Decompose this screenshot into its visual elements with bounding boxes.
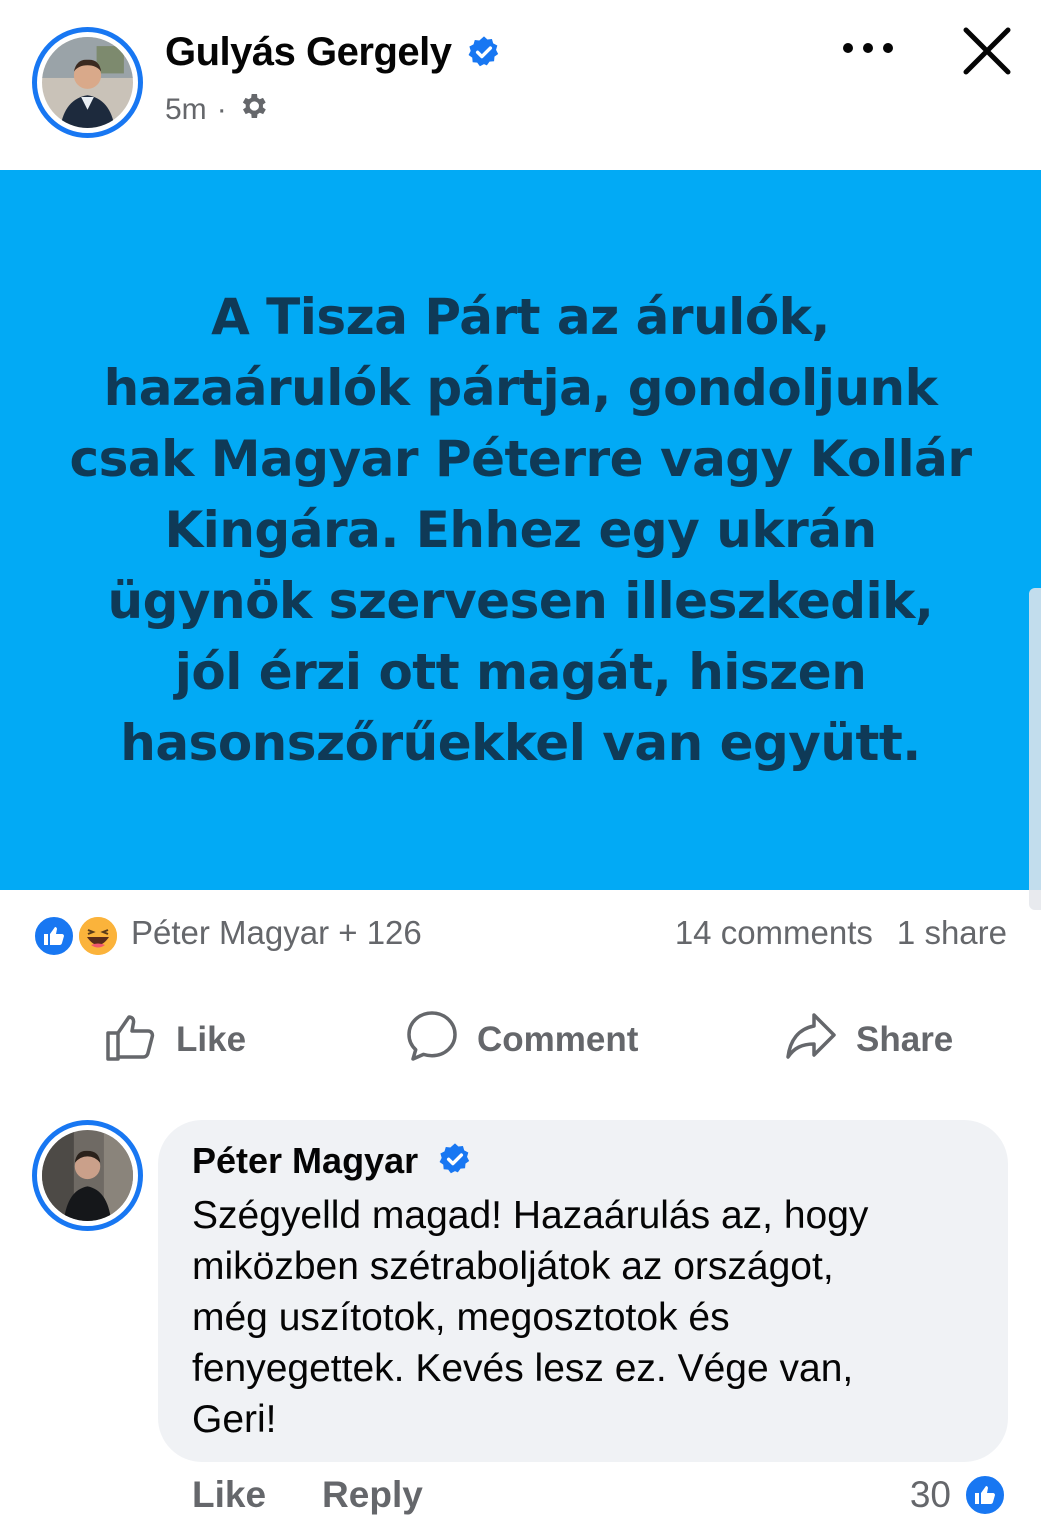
author-avatar[interactable] [32,27,143,138]
commenter-avatar[interactable] [32,1120,143,1231]
post-background-card: A Tisza Párt az árulók, hazaárulók pártj… [0,170,1041,910]
reactions-summary[interactable]: Péter Magyar + 126 14 comments 1 share [0,898,1041,974]
comment-label: Comment [477,1020,639,1059]
share-label: Share [856,1020,954,1059]
author-avatar-photo [42,37,133,128]
like-reaction-icon [32,914,76,958]
post-meta: 5m · [165,90,269,130]
post-text: A Tisza Párt az árulók, hazaárulók pártj… [69,287,972,772]
comment-button[interactable]: Comment [405,1010,638,1070]
post-action-bar: Like Comment Share [0,990,1041,1090]
scrollbar-thumb[interactable] [1029,588,1041,910]
more-options-icon[interactable] [838,26,898,70]
comment-bubble[interactable]: Péter Magyar Szégyelld magad! Hazaárulás… [158,1120,1008,1462]
thumbs-up-icon [104,1009,158,1072]
commenter-name[interactable]: Péter Magyar [192,1140,418,1182]
author-name[interactable]: Gulyás Gergely [165,30,452,75]
close-icon[interactable] [958,22,1016,80]
haha-icon [76,914,120,958]
post-header: Gulyás Gergely 5m · [0,0,1041,170]
verified-badge-icon [438,1142,472,1181]
shares-count[interactable]: 1 share [897,914,1007,952]
commenter-row: Péter Magyar [192,1138,974,1184]
comment-reaction-number: 30 [909,1474,951,1515]
share-arrow-icon [784,1009,838,1072]
comment-text: Szégyelld magad! Hazaárulás az, hogy mik… [192,1194,869,1441]
reaction-icons[interactable] [32,914,124,958]
like-button[interactable]: Like [104,1010,246,1070]
comment-reply-button[interactable]: Reply [322,1474,423,1516]
post-time[interactable]: 5m [165,93,207,127]
like-label: Like [176,1020,247,1059]
commenter-avatar-photo [42,1130,133,1221]
reaction-names[interactable]: Péter Magyar + 126 [131,914,422,952]
comment-actions: Like Reply [192,1474,423,1516]
comment-like-button[interactable]: Like [192,1474,266,1516]
share-button[interactable]: Share [784,1010,953,1070]
speech-bubble-icon [405,1009,459,1072]
verified-badge-icon [467,35,501,74]
meta-separator: · [216,93,227,126]
comments-count[interactable]: 14 comments [675,914,873,952]
like-reaction-icon [963,1473,1007,1517]
audience-gear-icon[interactable] [237,90,269,130]
engagement-counts: 14 comments 1 share [675,914,1007,952]
comment-reaction-count[interactable]: 30 [910,1473,1007,1517]
